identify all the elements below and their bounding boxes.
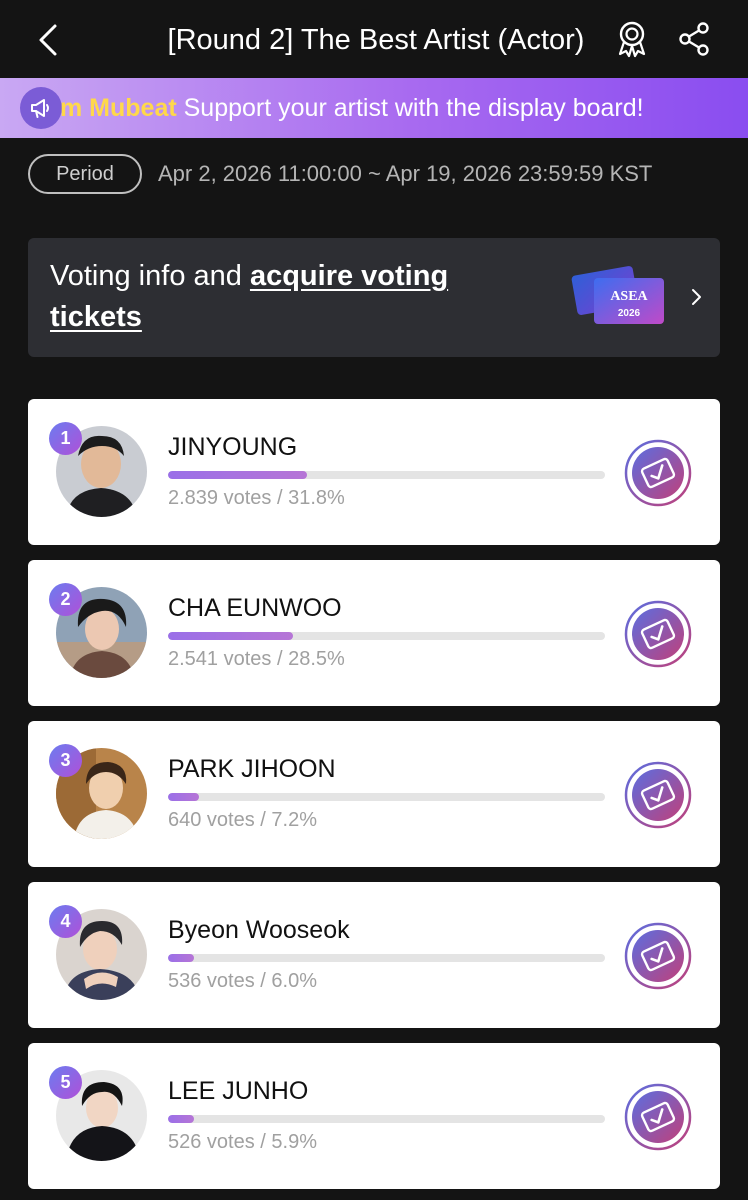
vote-progress-bar [168,1115,605,1123]
period-row: Period Apr 2, 2026 11:00:00 ~ Apr 19, 20… [28,154,652,194]
vote-ticket-button[interactable] [624,439,692,507]
voting-info-card[interactable]: Voting info and acquire voting tickets A… [28,238,720,357]
vote-progress-fill [168,954,195,962]
vote-progress-fill [168,471,307,479]
vote-progress-bar [168,954,605,962]
share-button[interactable] [674,18,714,60]
vote-ticket-button[interactable] [624,600,692,668]
vote-ticket-button[interactable] [624,922,692,990]
banner-brand: m Mubeat [60,94,177,122]
rank-badge: 2 [49,583,82,616]
megaphone-icon [20,87,62,129]
top-bar: [Round 2] The Best Artist (Actor) [0,0,748,78]
chevron-right-icon [684,280,708,314]
artist-name: JINYOUNG [168,433,298,461]
banner-message: Support your artist with the display boa… [176,94,644,122]
vote-count: 526 votes / 5.9% [168,1131,317,1153]
ranking-card[interactable]: 3 PARK JIHOON 640 votes / 7.2% [28,721,720,867]
ranking-card[interactable]: 5 LEE JUNHO 526 votes / 5.9% [28,1043,720,1189]
voting-info-prefix: Voting info and [50,260,250,292]
promo-banner[interactable]: m Mubeat Support your artist with the di… [0,78,748,138]
rank-badge: 5 [49,1066,82,1099]
ranking-card[interactable]: 1 JINYOUNG 2.839 votes / 31.8% [28,399,720,545]
artist-name: LEE JUNHO [168,1077,309,1105]
vote-count: 2.541 votes / 28.5% [168,648,345,670]
rank-badge: 4 [49,905,82,938]
voting-ticket-icon: ASEA 2026 [571,266,664,324]
award-ribbon-icon [618,21,646,58]
vote-ticket-button[interactable] [624,761,692,829]
ticket-year: 2026 [618,308,641,319]
vote-progress-fill [168,632,293,640]
vote-progress-bar [168,632,605,640]
rank-badge: 1 [49,422,82,455]
award-button[interactable] [612,18,652,60]
period-range: Apr 2, 2026 11:00:00 ~ Apr 19, 2026 23:5… [158,161,653,186]
vote-count: 640 votes / 7.2% [168,809,317,831]
ranking-card[interactable]: 4 Byeon Wooseok 536 votes / 6.0% [28,882,720,1028]
banner-text: m Mubeat Support your artist with the di… [60,92,644,124]
ranking-list: 1 JINYOUNG 2.839 votes / 31.8% 2 CHA EUN… [28,399,720,1200]
artist-name: CHA EUNWOO [168,594,342,622]
vote-ticket-button[interactable] [624,1083,692,1151]
ticket-logo: ASEA [610,289,648,304]
vote-progress-bar [168,471,605,479]
vote-progress-fill [168,793,200,801]
vote-progress-fill [168,1115,194,1123]
period-badge: Period [28,154,142,194]
vote-count: 536 votes / 6.0% [168,970,317,992]
vote-progress-bar [168,793,605,801]
voting-info-text: Voting info and acquire voting tickets [50,256,520,338]
artist-name: Byeon Wooseok [168,916,350,944]
share-icon [679,22,709,56]
vote-count: 2.839 votes / 31.8% [168,487,345,509]
artist-name: PARK JIHOON [168,755,336,783]
rank-badge: 3 [49,744,82,777]
ranking-card[interactable]: 2 CHA EUNWOO 2.541 votes / 28.5% [28,560,720,706]
